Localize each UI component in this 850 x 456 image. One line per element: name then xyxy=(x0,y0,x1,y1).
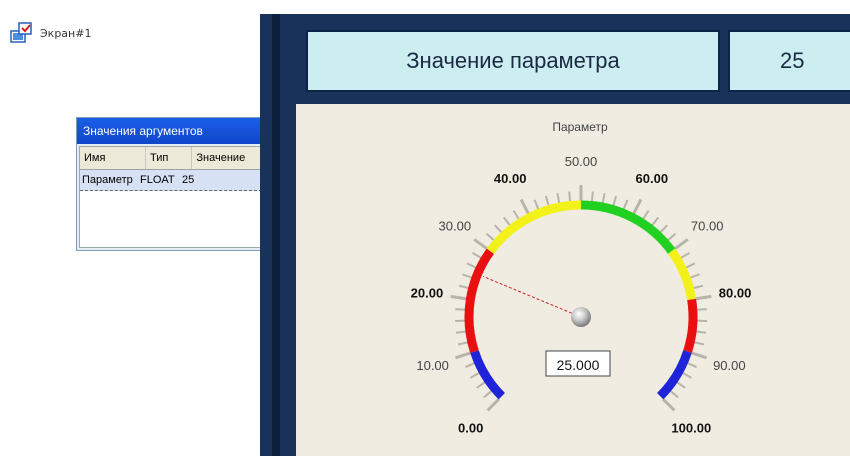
gauge-tick xyxy=(680,252,690,259)
gauge-tick xyxy=(455,308,466,311)
gauge-tick xyxy=(464,362,475,368)
gauge-tick xyxy=(632,198,643,215)
gauge-tick xyxy=(673,238,689,251)
gauge-tick xyxy=(601,193,606,204)
gauge-tick xyxy=(687,362,698,368)
cell-type: FLOAT xyxy=(140,174,175,186)
gauge-tick xyxy=(544,195,550,206)
gauge-zone xyxy=(683,298,698,353)
gauge-tick xyxy=(590,191,594,202)
gauge-zone xyxy=(486,200,582,254)
gauge-zone xyxy=(667,248,697,301)
gauge-tick xyxy=(519,198,530,215)
gauge-tick xyxy=(476,381,486,389)
gauge-tick xyxy=(512,210,520,220)
gauge-tick xyxy=(682,372,692,379)
gauge-tick-label: 50.00 xyxy=(565,154,598,169)
gauge-needle xyxy=(482,275,582,318)
gauge-tick-label: 60.00 xyxy=(636,171,669,186)
gauge-zone xyxy=(580,200,676,254)
gauge-tick-label: 100.00 xyxy=(671,420,711,435)
gauge-tick xyxy=(659,224,668,234)
gauge-tick xyxy=(458,284,469,290)
parameter-title-box: Значение параметра xyxy=(306,30,720,92)
gauge-tick xyxy=(661,397,676,412)
gauge-tick-label: 70.00 xyxy=(691,218,724,233)
gauge-tick xyxy=(685,262,696,269)
gauge-tick xyxy=(676,381,686,389)
gauge-tick xyxy=(622,199,629,210)
column-header-name[interactable]: Имя xyxy=(80,147,147,169)
column-header-type[interactable]: Тип xyxy=(146,147,193,169)
gauge-tick xyxy=(485,232,495,242)
gauge-tick xyxy=(483,390,493,399)
gauge-tick-label: 0.00 xyxy=(458,420,483,435)
gauge-tick xyxy=(462,273,473,279)
gauge-tick-label: 10.00 xyxy=(416,358,449,373)
gauge-tick xyxy=(693,284,704,290)
gauge-knob xyxy=(571,307,591,327)
gauge-tick-label: 80.00 xyxy=(719,286,752,301)
gauge-tick xyxy=(472,252,482,259)
screen-tree-item[interactable]: Экран#1 xyxy=(10,22,91,44)
gauge-tick xyxy=(651,216,660,226)
gauge-tick xyxy=(457,341,469,346)
gauge-tick xyxy=(696,308,707,311)
gauge-tick xyxy=(473,238,489,251)
gauge-tick xyxy=(642,210,650,220)
gauge-tick xyxy=(466,262,477,269)
panel-frame xyxy=(272,14,280,456)
gauge-title: Параметр xyxy=(552,120,608,134)
gauge-tick xyxy=(667,232,677,242)
gauge-tick xyxy=(612,195,618,206)
gauge-tick xyxy=(533,199,540,210)
gauge-readout: 25.000 xyxy=(557,357,600,373)
gauge-tick xyxy=(693,341,705,346)
gauge-tick xyxy=(689,273,700,279)
parameter-value-box: 25 xyxy=(728,30,850,92)
gauge-tick xyxy=(454,351,472,360)
gauge-tick xyxy=(669,390,679,399)
gauge-tick xyxy=(486,397,501,412)
gauge-tick xyxy=(568,191,572,202)
gauge-tick-label: 40.00 xyxy=(494,171,527,186)
gauge-tick xyxy=(502,216,511,226)
gauge-tick xyxy=(695,330,707,334)
gauge-tick xyxy=(455,330,467,334)
screen-icon xyxy=(10,22,34,44)
gauge-tick xyxy=(556,193,561,204)
gauge-tick xyxy=(690,351,708,360)
gauge-tick-label: 90.00 xyxy=(713,358,746,373)
gauge-tick xyxy=(494,224,503,234)
gauge-tick-label: 30.00 xyxy=(439,218,472,233)
gauge: Параметр 0.00 10.00 20.00 30.00 40.00 50.00 60… xyxy=(411,120,752,435)
cell-name: Параметр xyxy=(82,174,133,186)
screen-label: Экран#1 xyxy=(40,26,92,40)
gauge-tick xyxy=(450,294,467,301)
gauge-tick-label: 20.00 xyxy=(411,286,444,301)
gauge-tick xyxy=(470,372,480,379)
gauge-tick xyxy=(695,294,712,301)
